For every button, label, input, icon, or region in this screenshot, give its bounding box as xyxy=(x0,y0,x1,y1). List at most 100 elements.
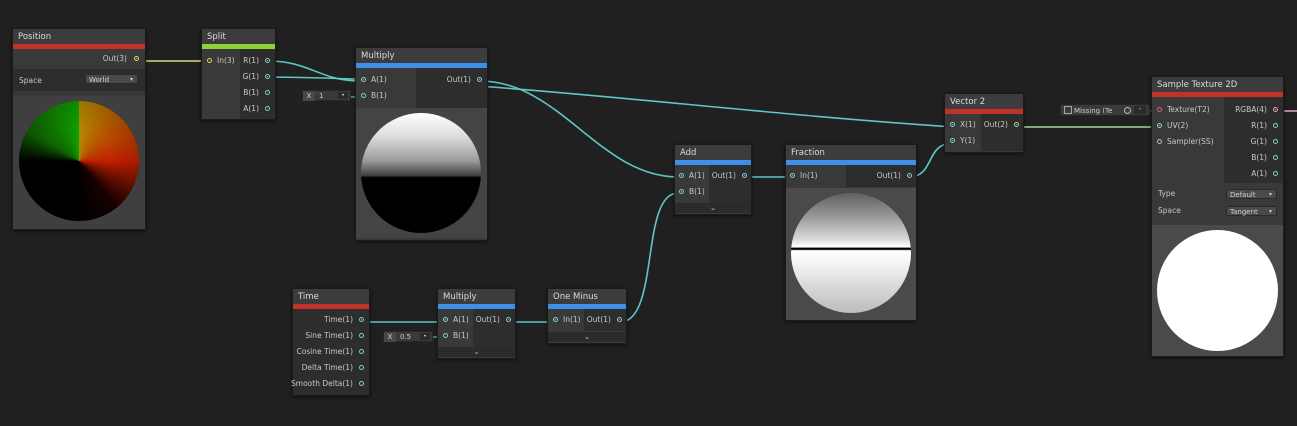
multiply-top-node[interactable]: Multiply A(1) B(1) Out(1) xyxy=(355,47,488,241)
chevron-down-icon: ⌄ xyxy=(473,348,480,356)
vector2-node[interactable]: Vector 2 X(1) Y(1) Out(2) xyxy=(944,93,1024,153)
node-ports: Out(3) xyxy=(13,49,145,69)
settings-rows: Type Default ▾ Space Tangent ▾ xyxy=(1152,183,1283,223)
expand-preview-button[interactable]: ⌄ xyxy=(438,347,515,357)
in-port-b-dot[interactable] xyxy=(679,189,684,194)
out-port-dot[interactable] xyxy=(477,77,482,82)
node-title[interactable]: Split xyxy=(202,29,275,44)
out-port-g-dot[interactable] xyxy=(265,74,270,79)
out-port-rgba-dot[interactable] xyxy=(1273,107,1278,112)
out-port-label: Out(1) xyxy=(711,171,736,180)
out-port-dot[interactable] xyxy=(134,56,139,61)
out-port-cosine-dot[interactable] xyxy=(359,349,364,354)
multiply-bottom-b-field[interactable]: X 0.5 • xyxy=(383,331,433,342)
chevron-down-icon: ⌄ xyxy=(710,204,716,212)
out-port-sine-dot[interactable] xyxy=(359,333,364,338)
in-port-label: In(1) xyxy=(563,315,581,324)
node-ports: In(3) R(1) G(1) B(1) A(1) xyxy=(202,49,275,119)
node-title[interactable]: Multiply xyxy=(356,48,487,63)
b-field-connector-icon: • xyxy=(338,92,348,99)
out-port-a-dot[interactable] xyxy=(1273,171,1278,176)
position-node[interactable]: Position Out(3) Space World ▾ xyxy=(12,28,146,230)
in-port-a-dot[interactable] xyxy=(361,77,366,82)
space-dropdown[interactable]: Tangent ▾ xyxy=(1226,206,1277,216)
out-port-dot[interactable] xyxy=(1014,122,1019,127)
out-port-label: Out(3) xyxy=(102,54,127,63)
in-port-x-dot[interactable] xyxy=(950,122,955,127)
out-port-g-dot[interactable] xyxy=(1273,139,1278,144)
split-node[interactable]: Split In(3) R(1) G(1) B(1) A(1) xyxy=(201,28,276,120)
out-port-a-dot[interactable] xyxy=(265,106,270,111)
in-port-a-dot[interactable] xyxy=(679,173,684,178)
node-preview xyxy=(356,108,487,238)
out-port-smooth-delta-dot[interactable] xyxy=(359,381,364,386)
in-port-b-label: B(1) xyxy=(371,91,387,100)
chevron-down-icon: ▾ xyxy=(1268,191,1272,198)
in-port-uv-dot[interactable] xyxy=(1157,123,1162,128)
in-port-b-dot[interactable] xyxy=(361,93,366,98)
out-port-r-dot[interactable] xyxy=(265,58,270,63)
in-port-dot[interactable] xyxy=(553,317,558,322)
in-port-sampler-label: Sampler(SS) xyxy=(1167,137,1214,146)
in-port-a-dot[interactable] xyxy=(443,317,448,322)
in-port-label: In(1) xyxy=(800,171,818,180)
in-port-dot[interactable] xyxy=(790,173,795,178)
node-ports: X(1) Y(1) Out(2) xyxy=(945,114,1023,151)
out-port-label: Out(1) xyxy=(446,75,471,84)
type-dropdown[interactable]: Default ▾ xyxy=(1226,189,1277,199)
out-port-r-dot[interactable] xyxy=(1273,123,1278,128)
multiply-bottom-node[interactable]: Multiply A(1) B(1) Out(1) ⌄ xyxy=(437,288,516,359)
add-node[interactable]: Add A(1) B(1) Out(1) ⌄ xyxy=(674,144,752,215)
space-dropdown[interactable]: World ▾ xyxy=(85,74,138,84)
out-port-dot[interactable] xyxy=(617,317,622,322)
sample-texture-2d-node[interactable]: Sample Texture 2D Texture(T2) UV(2) Samp… xyxy=(1151,76,1284,357)
out-port-time-dot[interactable] xyxy=(359,317,364,322)
out-port-g-label: G(1) xyxy=(242,72,259,81)
out-port-dot[interactable] xyxy=(742,173,747,178)
out-port-dot[interactable] xyxy=(506,317,511,322)
out-port-delta-label: Delta Time(1) xyxy=(301,363,353,372)
in-port-sampler-dot[interactable] xyxy=(1157,139,1162,144)
node-title[interactable]: One Minus xyxy=(548,289,626,304)
in-port-texture-dot[interactable] xyxy=(1157,107,1162,112)
b-field-value[interactable]: 1 xyxy=(315,92,323,100)
node-ports: A(1) B(1) Out(1) xyxy=(675,165,751,203)
node-title[interactable]: Time xyxy=(293,289,369,304)
out-port-b-dot[interactable] xyxy=(1273,155,1278,160)
node-title[interactable]: Position xyxy=(13,29,145,44)
fraction-node[interactable]: Fraction In(1) Out(1) xyxy=(785,144,917,321)
node-title[interactable]: Multiply xyxy=(438,289,515,304)
chevron-down-icon: ▾ xyxy=(1268,208,1272,215)
out-port-delta-dot[interactable] xyxy=(359,365,364,370)
in-port-a-label: A(1) xyxy=(453,315,469,324)
node-title[interactable]: Fraction xyxy=(786,145,916,160)
one-minus-node[interactable]: One Minus In(1) Out(1) ⌄ xyxy=(547,288,627,344)
out-port-b-label: B(1) xyxy=(1251,153,1267,162)
missing-texture-field[interactable]: Missing (Te • xyxy=(1060,104,1150,116)
in-port-label: In(3) xyxy=(217,56,235,65)
expand-preview-button[interactable]: ⌄ xyxy=(675,203,751,213)
shader-graph-canvas[interactable]: Position Out(3) Space World ▾ Split In(3… xyxy=(0,0,1297,426)
object-picker-icon[interactable] xyxy=(1124,107,1131,114)
node-title[interactable]: Vector 2 xyxy=(945,94,1023,109)
out-port-b-label: B(1) xyxy=(243,88,259,97)
in-port-b-label: B(1) xyxy=(453,331,469,340)
out-port-dot[interactable] xyxy=(907,173,912,178)
expand-preview-button[interactable]: ⌄ xyxy=(548,332,626,342)
in-port-dot[interactable] xyxy=(207,58,212,63)
in-port-a-label: A(1) xyxy=(371,75,387,84)
in-port-y-dot[interactable] xyxy=(950,138,955,143)
node-title[interactable]: Add xyxy=(675,145,751,160)
preview-sphere xyxy=(361,113,481,233)
in-port-uv-label: UV(2) xyxy=(1167,121,1189,130)
out-port-b-dot[interactable] xyxy=(265,90,270,95)
node-title[interactable]: Sample Texture 2D xyxy=(1152,77,1283,92)
time-node[interactable]: Time Time(1) Sine Time(1) Cosine Time(1)… xyxy=(291,288,370,396)
preview-sphere xyxy=(791,193,911,313)
multiply-top-b-field[interactable]: X1 • xyxy=(302,90,351,101)
preview-sphere xyxy=(1157,230,1278,351)
b-field-value[interactable]: 0.5 xyxy=(396,333,411,341)
in-port-b-dot[interactable] xyxy=(443,333,448,338)
in-port-texture-label: Texture(T2) xyxy=(1167,105,1210,114)
chevron-down-icon: ▾ xyxy=(129,76,133,83)
